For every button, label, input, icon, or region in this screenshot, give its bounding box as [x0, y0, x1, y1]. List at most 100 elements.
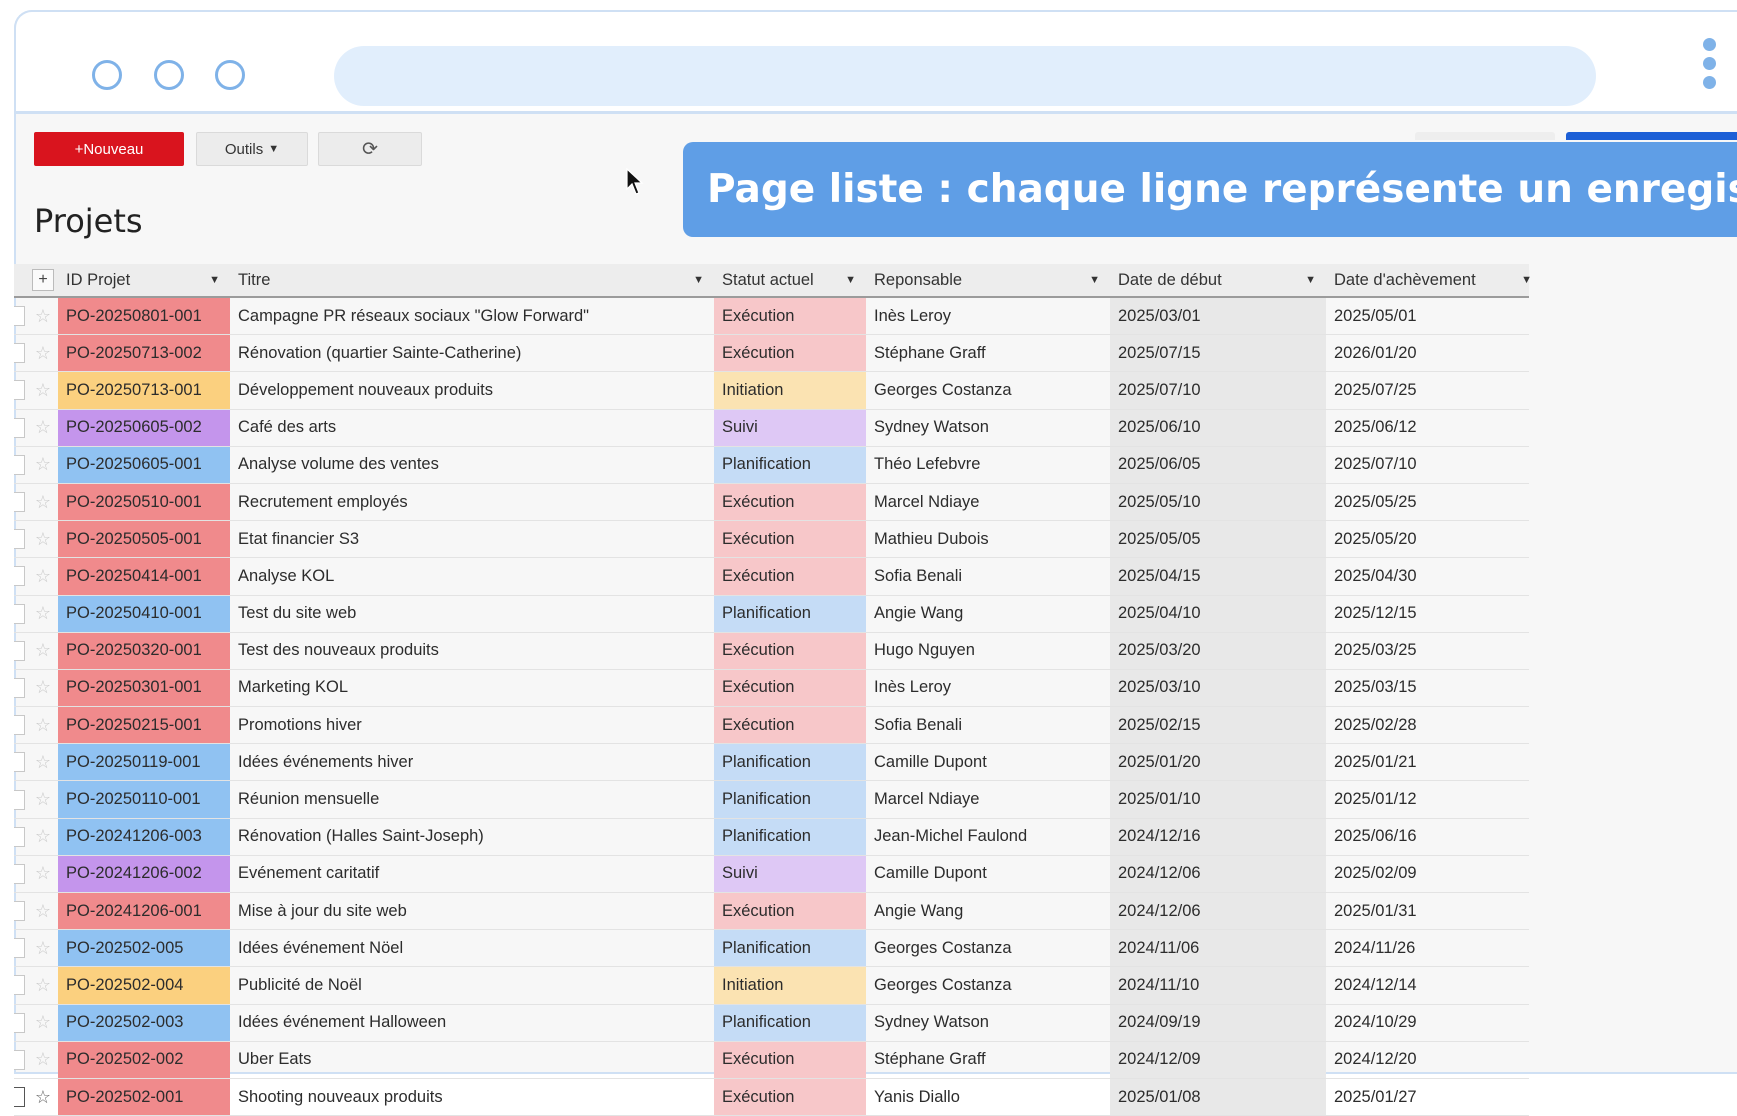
add-column-button[interactable]: +: [30, 264, 56, 296]
end-date-cell[interactable]: 2024/11/26: [1326, 930, 1542, 966]
table-row[interactable]: ☆ PO-202502-003 Idées événement Halloween P…: [14, 1004, 1529, 1042]
responsible-cell[interactable]: Marcel Ndiaye: [866, 484, 1110, 520]
status-cell[interactable]: Exécution: [714, 707, 866, 744]
row-checkbox[interactable]: [14, 335, 28, 371]
project-id-cell[interactable]: PO-20250301-001: [58, 669, 230, 707]
end-date-cell[interactable]: 2025/05/01: [1326, 298, 1542, 334]
table-row[interactable]: ☆ PO-20250505-001 Etat financier S3 Exécuti…: [14, 521, 1529, 559]
responsible-cell[interactable]: Camille Dupont: [866, 744, 1110, 780]
end-date-cell[interactable]: 2025/07/25: [1326, 372, 1542, 408]
project-title-cell[interactable]: Etat financier S3: [230, 521, 714, 557]
status-cell[interactable]: Exécution: [714, 298, 866, 335]
caret-down-icon[interactable]: ▼: [209, 274, 220, 286]
start-date-cell[interactable]: 2024/12/16: [1110, 818, 1326, 855]
status-cell[interactable]: Suivi: [714, 855, 866, 892]
favorite-star-icon[interactable]: ☆: [30, 1042, 56, 1078]
project-id-cell[interactable]: PO-20241206-002: [58, 855, 230, 892]
project-title-cell[interactable]: Publicité de Noël: [230, 967, 714, 1003]
start-date-cell[interactable]: 2025/06/05: [1110, 446, 1326, 483]
favorite-star-icon[interactable]: ☆: [30, 744, 56, 780]
project-id-cell[interactable]: PO-20250110-001: [58, 781, 230, 818]
start-date-cell[interactable]: 2025/03/10: [1110, 669, 1326, 707]
table-row[interactable]: ☆ PO-20241206-001 Mise à jour du site web E…: [14, 893, 1529, 931]
status-cell[interactable]: Exécution: [714, 632, 866, 669]
status-cell[interactable]: Exécution: [714, 1041, 866, 1078]
end-date-cell[interactable]: 2025/06/16: [1326, 819, 1542, 855]
favorite-star-icon[interactable]: ☆: [30, 819, 56, 855]
project-id-cell[interactable]: PO-202502-005: [58, 930, 230, 967]
project-title-cell[interactable]: Développement nouveaux produits: [230, 372, 714, 408]
start-date-cell[interactable]: 2024/11/10: [1110, 967, 1326, 1004]
project-title-cell[interactable]: Shooting nouveaux produits: [230, 1079, 714, 1115]
table-row[interactable]: ☆ PO-20250605-002 Café des arts Suivi Sydney…: [14, 409, 1529, 447]
project-title-cell[interactable]: Recrutement employés: [230, 484, 714, 520]
end-date-cell[interactable]: 2025/05/25: [1326, 484, 1542, 520]
table-row[interactable]: ☆ PO-202502-005 Idées événement Nöel Planif…: [14, 930, 1529, 968]
project-id-cell[interactable]: PO-20250215-001: [58, 707, 230, 744]
favorite-star-icon[interactable]: ☆: [30, 930, 56, 966]
favorite-star-icon[interactable]: ☆: [30, 707, 56, 743]
favorite-star-icon[interactable]: ☆: [30, 856, 56, 892]
table-row[interactable]: ☆ PO-20250713-002 Rénovation (quartier Sai…: [14, 335, 1529, 373]
status-cell[interactable]: Planification: [714, 1004, 866, 1041]
status-cell[interactable]: Planification: [714, 818, 866, 855]
browser-menu-icon[interactable]: [1703, 38, 1717, 95]
end-date-cell[interactable]: 2026/01/20: [1326, 335, 1542, 371]
table-row[interactable]: ☆ PO-20250301-001 Marketing KOL Exécution In…: [14, 669, 1529, 708]
end-date-cell[interactable]: 2025/02/28: [1326, 707, 1542, 743]
end-date-cell[interactable]: 2025/06/12: [1326, 410, 1542, 446]
table-row[interactable]: ☆ PO-20250215-001 Promotions hiver Exécutio…: [14, 707, 1529, 745]
responsible-cell[interactable]: Georges Costanza: [866, 930, 1110, 966]
project-title-cell[interactable]: Mise à jour du site web: [230, 893, 714, 929]
column-header-title[interactable]: Titre ▼: [230, 264, 714, 296]
status-cell[interactable]: Planification: [714, 930, 866, 967]
row-checkbox[interactable]: [14, 819, 28, 855]
row-checkbox[interactable]: [14, 930, 28, 966]
start-date-cell[interactable]: 2025/01/20: [1110, 744, 1326, 781]
start-date-cell[interactable]: 2024/12/06: [1110, 893, 1326, 930]
status-cell[interactable]: Initiation: [714, 372, 866, 409]
favorite-star-icon[interactable]: ☆: [30, 670, 56, 706]
caret-down-icon[interactable]: ▼: [693, 274, 704, 286]
favorite-star-icon[interactable]: ☆: [30, 1005, 56, 1041]
start-date-cell[interactable]: 2025/04/10: [1110, 595, 1326, 632]
start-date-cell[interactable]: 2025/05/05: [1110, 521, 1326, 558]
start-date-cell[interactable]: 2025/01/08: [1110, 1078, 1326, 1116]
table-row[interactable]: ☆ PO-20241206-003 Rénovation (Halles Saint…: [14, 818, 1529, 856]
end-date-cell[interactable]: 2025/05/20: [1326, 521, 1542, 557]
project-title-cell[interactable]: Campagne PR réseaux sociaux "Glow Forwar…: [230, 298, 714, 334]
responsible-cell[interactable]: Sydney Watson: [866, 410, 1110, 446]
row-checkbox[interactable]: [14, 484, 28, 520]
project-id-cell[interactable]: PO-20250414-001: [58, 558, 230, 595]
status-cell[interactable]: Planification: [714, 446, 866, 483]
end-date-cell[interactable]: 2025/03/15: [1326, 670, 1542, 706]
status-cell[interactable]: Planification: [714, 781, 866, 818]
status-cell[interactable]: Exécution: [714, 483, 866, 521]
start-date-cell[interactable]: 2024/09/19: [1110, 1004, 1326, 1041]
project-id-cell[interactable]: PO-20250510-001: [58, 483, 230, 521]
start-date-cell[interactable]: 2025/03/01: [1110, 298, 1326, 335]
caret-down-icon[interactable]: ▼: [845, 274, 856, 286]
project-title-cell[interactable]: Réunion mensuelle: [230, 781, 714, 817]
favorite-star-icon[interactable]: ☆: [30, 596, 56, 632]
end-date-cell[interactable]: 2025/04/30: [1326, 558, 1542, 594]
start-date-cell[interactable]: 2025/07/15: [1110, 335, 1326, 372]
start-date-cell[interactable]: 2024/12/09: [1110, 1041, 1326, 1078]
row-checkbox[interactable]: [14, 1005, 28, 1041]
project-id-cell[interactable]: PO-202502-004: [58, 967, 230, 1004]
row-checkbox[interactable]: [14, 856, 28, 892]
row-checkbox[interactable]: [14, 967, 28, 1003]
start-date-cell[interactable]: 2024/12/06: [1110, 855, 1326, 892]
end-date-cell[interactable]: 2025/01/31: [1326, 893, 1542, 929]
responsible-cell[interactable]: Inès Leroy: [866, 298, 1110, 334]
table-row[interactable]: ☆ PO-20250320-001 Test des nouveaux produi…: [14, 632, 1529, 670]
project-title-cell[interactable]: Idées événement Nöel: [230, 930, 714, 966]
responsible-cell[interactable]: Sofia Benali: [866, 707, 1110, 743]
end-date-cell[interactable]: 2025/02/09: [1326, 856, 1542, 892]
favorite-star-icon[interactable]: ☆: [30, 521, 56, 557]
project-id-cell[interactable]: PO-20250605-002: [58, 409, 230, 446]
responsible-cell[interactable]: Angie Wang: [866, 596, 1110, 632]
new-record-button[interactable]: +Nouveau: [34, 132, 184, 166]
row-checkbox[interactable]: [14, 781, 28, 817]
project-id-cell[interactable]: PO-20250505-001: [58, 521, 230, 558]
